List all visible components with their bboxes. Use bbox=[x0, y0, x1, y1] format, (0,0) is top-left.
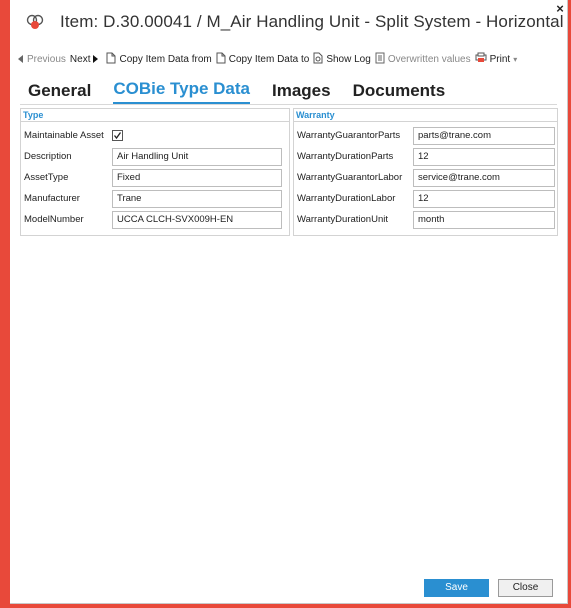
next-label: Next bbox=[69, 53, 91, 65]
show-log-label: Show Log bbox=[326, 53, 371, 65]
warranty-guarantor-parts-field[interactable]: parts@trane.com bbox=[413, 127, 555, 145]
type-group: Type Maintainable Asset Description Air … bbox=[20, 108, 290, 236]
description-row: Description bbox=[24, 147, 72, 166]
chevron-right-icon bbox=[93, 55, 99, 63]
manufacturer-field[interactable]: Trane bbox=[112, 190, 282, 208]
manufacturer-row: Manufacturer bbox=[24, 189, 80, 208]
warranty-duration-labor-label: WarrantyDurationLabor bbox=[297, 193, 396, 204]
print-button[interactable]: Print ▾ bbox=[475, 52, 518, 66]
window-title: Item: D.30.00041 / M_Air Handling Unit -… bbox=[60, 12, 564, 31]
warranty-duration-unit-row: WarrantyDurationUnit bbox=[297, 210, 388, 229]
log-icon bbox=[313, 52, 323, 67]
copy-item-data-to-button[interactable]: Copy Item Data to bbox=[216, 52, 310, 67]
chevron-left-icon bbox=[18, 55, 23, 63]
overwritten-icon bbox=[375, 52, 385, 67]
description-label: Description bbox=[24, 151, 72, 162]
warranty-duration-unit-label: WarrantyDurationUnit bbox=[297, 214, 388, 225]
maintainable-asset-row: Maintainable Asset bbox=[24, 126, 104, 145]
copy-from-label: Copy Item Data from bbox=[119, 53, 212, 65]
description-field[interactable]: Air Handling Unit bbox=[112, 148, 282, 166]
previous-label: Previous bbox=[27, 53, 66, 65]
warranty-group-title: Warranty bbox=[296, 110, 335, 120]
warranty-guarantor-parts-row: WarrantyGuarantorParts bbox=[297, 126, 400, 145]
maintainable-asset-label: Maintainable Asset bbox=[24, 130, 104, 141]
title-bar: Item: D.30.00041 / M_Air Handling Unit -… bbox=[10, 0, 568, 44]
warranty-guarantor-labor-field[interactable]: service@trane.com bbox=[413, 169, 555, 187]
divider bbox=[294, 121, 557, 122]
print-icon bbox=[475, 52, 487, 66]
close-button[interactable]: Close bbox=[498, 579, 553, 597]
warranty-guarantor-labor-label: WarrantyGuarantorLabor bbox=[297, 172, 403, 183]
tab-bar: General COBie Type Data Images Documents bbox=[28, 79, 467, 104]
type-group-title: Type bbox=[23, 110, 44, 120]
overwritten-label: Overwritten values bbox=[387, 53, 471, 65]
tab-cobie-type-data[interactable]: COBie Type Data bbox=[113, 79, 250, 104]
item-dialog: Item: D.30.00041 / M_Air Handling Unit -… bbox=[10, 0, 568, 604]
overwritten-values-button[interactable]: Overwritten values bbox=[375, 52, 471, 67]
show-log-button[interactable]: Show Log bbox=[313, 52, 371, 67]
close-icon[interactable]: × bbox=[554, 2, 566, 16]
app-logo-icon bbox=[26, 13, 44, 31]
asset-type-row: AssetType bbox=[24, 168, 68, 187]
chevron-down-icon: ▾ bbox=[513, 54, 518, 64]
manufacturer-label: Manufacturer bbox=[24, 193, 80, 204]
model-number-field[interactable]: UCCA CLCH-SVX009H-EN bbox=[112, 211, 282, 229]
warranty-duration-labor-field[interactable]: 12 bbox=[413, 190, 555, 208]
tab-documents[interactable]: Documents bbox=[353, 81, 446, 104]
tab-divider bbox=[20, 104, 557, 105]
document-icon bbox=[216, 52, 226, 67]
copy-to-label: Copy Item Data to bbox=[228, 53, 310, 65]
asset-type-label: AssetType bbox=[24, 172, 69, 183]
copy-item-data-from-button[interactable]: Copy Item Data from bbox=[106, 52, 212, 67]
warranty-guarantor-parts-label: WarrantyGuarantorParts bbox=[297, 130, 401, 141]
previous-button[interactable]: Previous bbox=[18, 54, 66, 65]
document-icon bbox=[106, 52, 116, 67]
warranty-guarantor-labor-row: WarrantyGuarantorLabor bbox=[297, 168, 402, 187]
warranty-duration-parts-field[interactable]: 12 bbox=[413, 148, 555, 166]
toolbar: Previous Next Copy Item Data from Copy I… bbox=[18, 50, 521, 68]
asset-type-field[interactable]: Fixed bbox=[112, 169, 282, 187]
warranty-duration-parts-label: WarrantyDurationParts bbox=[297, 151, 394, 162]
tab-images[interactable]: Images bbox=[272, 81, 331, 104]
warranty-duration-unit-field[interactable]: month bbox=[413, 211, 555, 229]
tab-general[interactable]: General bbox=[28, 81, 91, 104]
maintainable-asset-checkbox[interactable] bbox=[112, 130, 123, 141]
warranty-duration-labor-row: WarrantyDurationLabor bbox=[297, 189, 395, 208]
save-button[interactable]: Save bbox=[424, 579, 489, 597]
model-number-row: ModelNumber bbox=[24, 210, 84, 229]
next-button[interactable]: Next bbox=[70, 54, 99, 65]
model-number-label: ModelNumber bbox=[24, 214, 84, 225]
warranty-duration-parts-row: WarrantyDurationParts bbox=[297, 147, 393, 166]
print-label: Print bbox=[489, 53, 511, 65]
divider bbox=[21, 121, 289, 122]
warranty-group: Warranty WarrantyGuarantorParts parts@tr… bbox=[293, 108, 558, 236]
